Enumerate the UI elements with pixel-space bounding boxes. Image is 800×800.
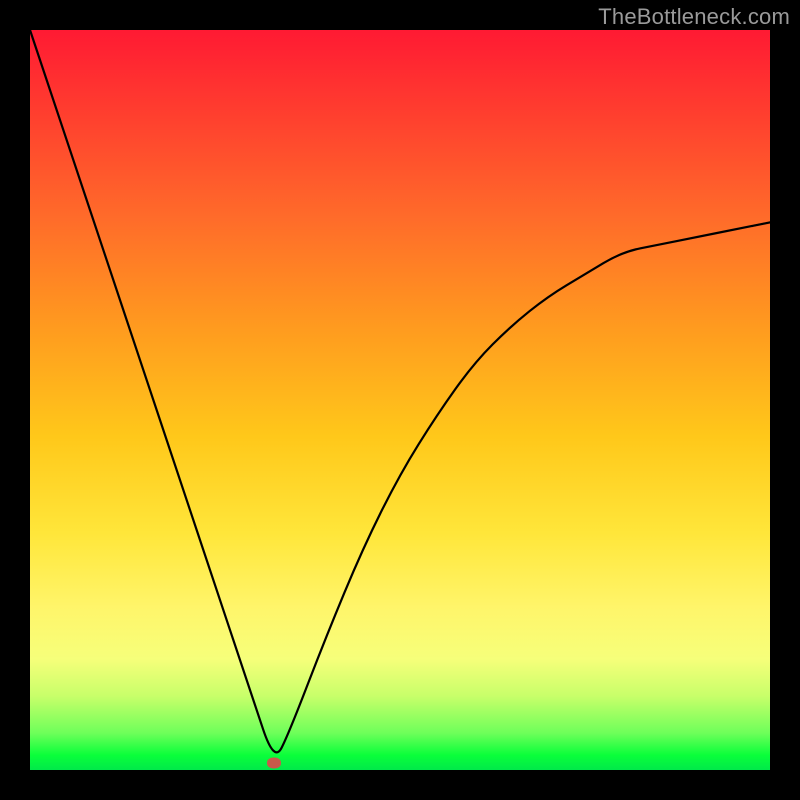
- curve-path: [30, 30, 770, 752]
- plot-area: [30, 30, 770, 770]
- chart-frame: TheBottleneck.com: [0, 0, 800, 800]
- minimum-marker: [267, 757, 281, 768]
- watermark-text: TheBottleneck.com: [598, 4, 790, 30]
- bottleneck-curve: [30, 30, 770, 770]
